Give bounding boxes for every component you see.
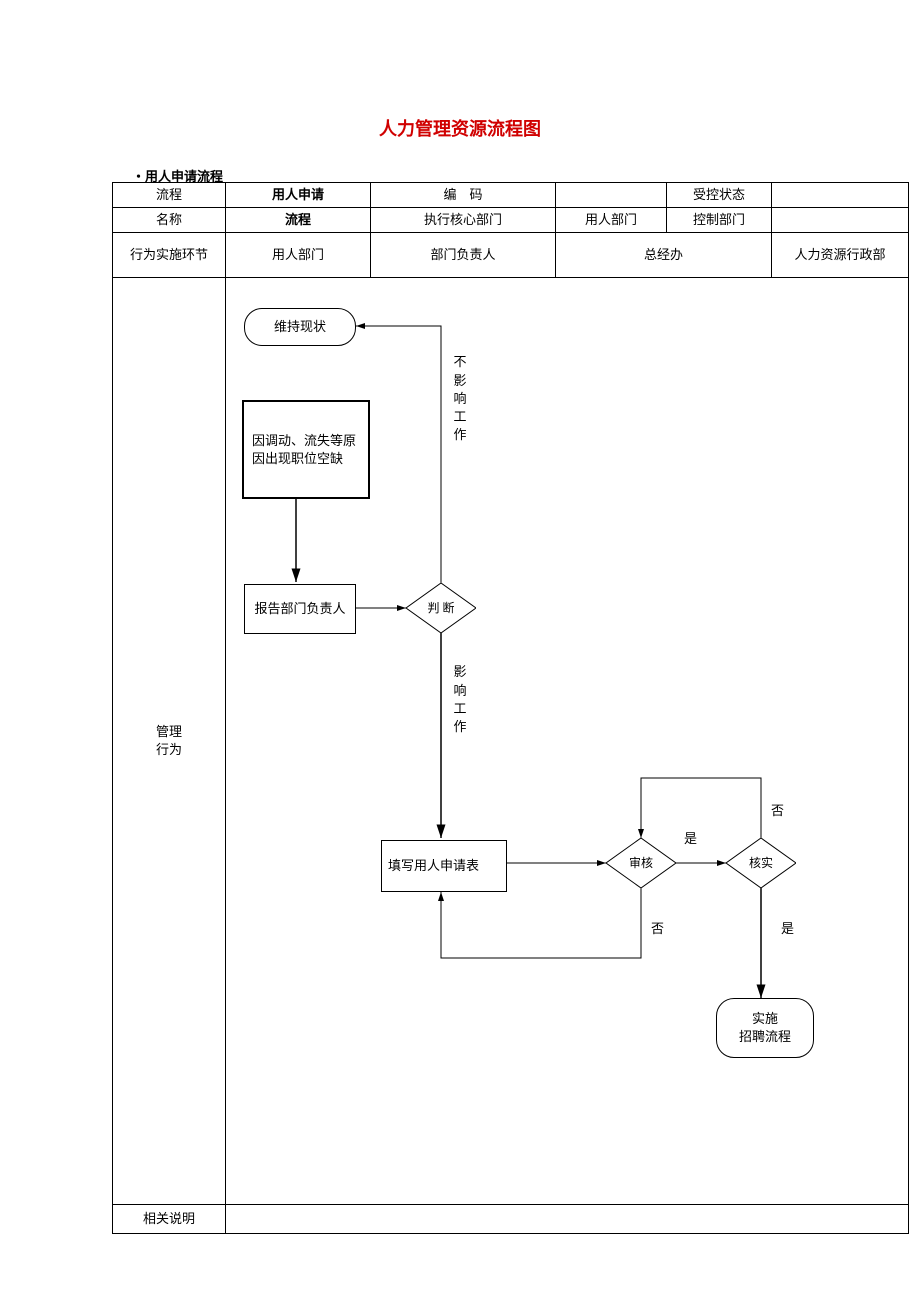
page-title: 人力管理资源流程图 bbox=[0, 115, 920, 141]
page: 人力管理资源流程图 ・用人申请流程 流程 用人申请 编 码 受控状态 名称 流程… bbox=[0, 0, 920, 1302]
node-recruit: 实施 招聘流程 bbox=[716, 998, 814, 1058]
node-fill-form: 填写用人申请表 bbox=[381, 840, 507, 892]
flow-table: 流程 用人申请 编 码 受控状态 名称 流程 执行核心部门 用人部门 控制部门 … bbox=[112, 182, 909, 1234]
th-flow-name-2: 名称 bbox=[113, 208, 226, 233]
edge-label-yes-2: 是 bbox=[781, 920, 794, 938]
th-exec-dept-value: 用人部门 bbox=[556, 208, 667, 233]
edge-label-no-effect: 不影响工作 bbox=[452, 353, 468, 444]
lane-header-label: 行为实施环节 bbox=[113, 233, 226, 278]
row-notes-label: 相关说明 bbox=[113, 1205, 226, 1234]
th-code-label: 编 码 bbox=[371, 183, 556, 208]
node-review: 审核 bbox=[606, 838, 676, 888]
edge-label-no-2: 否 bbox=[771, 802, 784, 820]
lane-col-3: 总经办 bbox=[556, 233, 772, 278]
th-process-name-1: 用人申请 bbox=[226, 183, 371, 208]
row-management: 管理 行为 bbox=[113, 278, 226, 1205]
th-ctrl-dept-value bbox=[772, 208, 909, 233]
flow-canvas-cell: 维持现状 因调动、流失等原因出现职位空缺 报告部门负责人 判 断 填写用人申请表… bbox=[226, 278, 909, 1205]
edge-label-yes-1: 是 bbox=[684, 830, 697, 848]
node-verify: 核实 bbox=[726, 838, 796, 888]
th-status-label: 受控状态 bbox=[667, 183, 772, 208]
lane-col-2: 部门负责人 bbox=[371, 233, 556, 278]
node-report-manager: 报告部门负责人 bbox=[244, 584, 356, 634]
lane-col-1: 用人部门 bbox=[226, 233, 371, 278]
th-exec-dept-label: 执行核心部门 bbox=[371, 208, 556, 233]
node-keep-status-quo: 维持现状 bbox=[244, 308, 356, 346]
th-flow-name-1: 流程 bbox=[113, 183, 226, 208]
node-judge: 判 断 bbox=[406, 583, 476, 633]
row-notes-body bbox=[226, 1205, 909, 1234]
edge-label-no-1: 否 bbox=[651, 920, 664, 938]
lane-col-4: 人力资源行政部 bbox=[772, 233, 909, 278]
edge-label-effect: 影响工作 bbox=[452, 663, 468, 736]
th-code-value bbox=[556, 183, 667, 208]
th-status-value bbox=[772, 183, 909, 208]
node-vacancy-cause: 因调动、流失等原因出现职位空缺 bbox=[242, 400, 370, 499]
th-process-name-2: 流程 bbox=[226, 208, 371, 233]
th-ctrl-dept-label: 控制部门 bbox=[667, 208, 772, 233]
